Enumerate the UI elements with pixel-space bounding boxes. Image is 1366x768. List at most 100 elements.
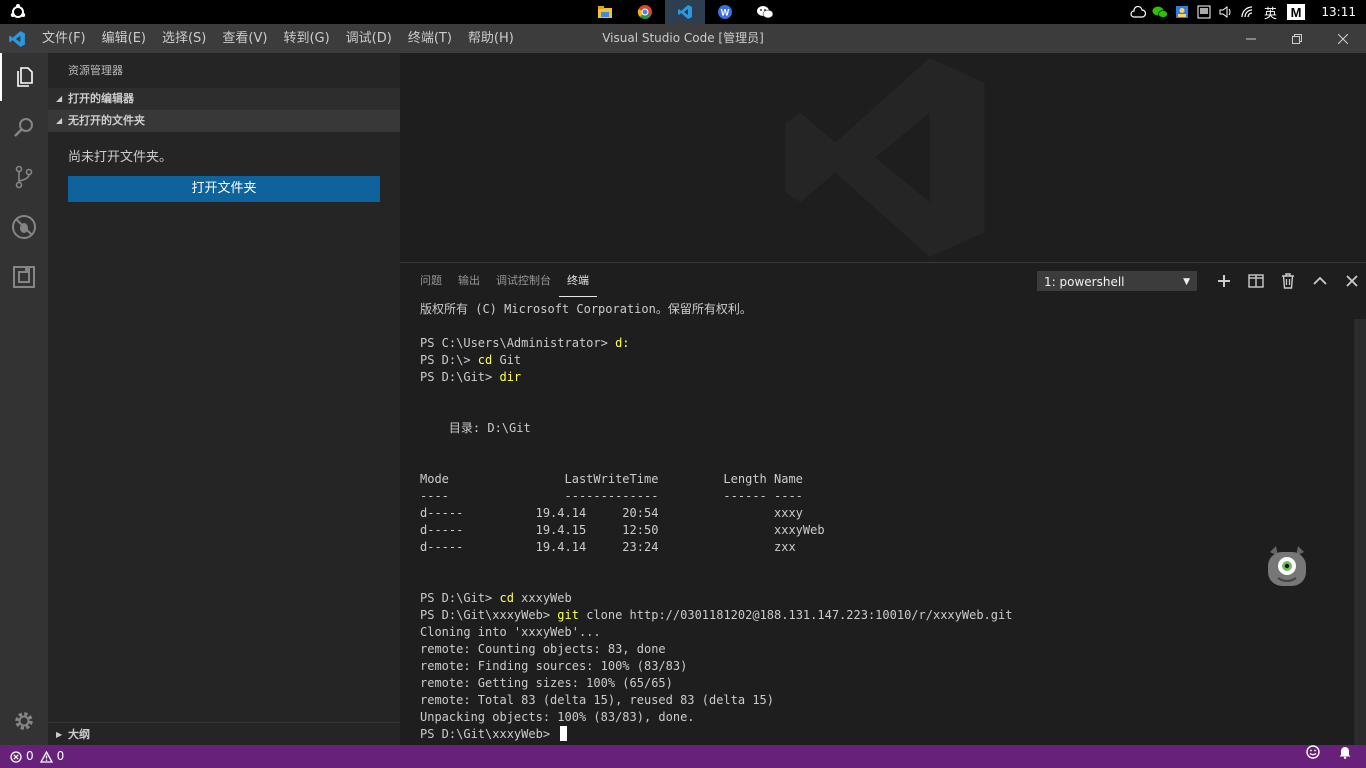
ime-language-indicator[interactable]: 英: [1259, 0, 1281, 24]
menu-bar: 文件(F) 编辑(E) 选择(S) 查看(V) 转到(G) 调试(D) 终端(T…: [34, 24, 522, 53]
svg-text:W: W: [721, 8, 730, 18]
terminal-prompt: PS D:\Git\xxxyWeb>: [420, 727, 558, 741]
section-open-editors-label: 打开的编辑器: [68, 92, 134, 105]
taskbar-clock[interactable]: 13:11: [1321, 5, 1356, 19]
terminal-command: git: [557, 608, 579, 622]
menu-view[interactable]: 查看(V): [214, 24, 275, 53]
terminal-select[interactable]: 1: powershell ▼: [1037, 271, 1197, 291]
terminal-prompt: PS D:\Git>: [420, 591, 500, 605]
sidebar-title: 资源管理器: [68, 64, 123, 77]
panel-actions: [1208, 269, 1366, 293]
terminal-text: d----- 19.4.14 20:54 xxxy: [420, 506, 803, 520]
display-tray-icon[interactable]: [1193, 0, 1215, 24]
volume-icon[interactable]: [1215, 0, 1237, 24]
vscode-logo-icon: [9, 31, 25, 47]
file-explorer-icon[interactable]: [585, 0, 625, 24]
wechat-icon[interactable]: [745, 0, 785, 24]
terminal-text: remote: Getting sizes: 100% (65/65): [420, 676, 673, 690]
caret-down-icon: ◢: [56, 116, 63, 125]
tab-problems[interactable]: 问题: [412, 263, 450, 298]
terminal-line: remote: Finding sources: 100% (83/83): [420, 658, 1350, 675]
terminal-line: 版权所有 (C) Microsoft Corporation。保留所有权利。: [420, 301, 1350, 318]
terminal-line: PS D:\> cd Git: [420, 352, 1350, 369]
debug-icon[interactable]: [0, 203, 48, 251]
terminal-prompt: PS D:\>: [420, 353, 478, 367]
terminal-line: 目录: D:\Git: [420, 420, 1350, 437]
terminal-scrollbar[interactable]: [1354, 319, 1366, 746]
feedback-smiley-icon[interactable]: [1306, 745, 1320, 759]
terminal-line: ---- ------------- ------ ----: [420, 488, 1350, 505]
close-panel-icon[interactable]: [1336, 269, 1366, 293]
menu-edit[interactable]: 编辑(E): [94, 24, 154, 53]
terminal-prompt: PS D:\Git>: [420, 370, 500, 384]
status-bar: 0 0: [0, 745, 1366, 768]
cloud-icon[interactable]: [1127, 0, 1149, 24]
terminal-text: remote: Finding sources: 100% (83/83): [420, 659, 688, 673]
menu-file[interactable]: 文件(F): [34, 24, 94, 53]
search-icon[interactable]: [0, 103, 48, 151]
terminal-line: remote: Total 83 (delta 15), reused 83 (…: [420, 692, 1350, 709]
terminal-text: ---- ------------- ------ ----: [420, 489, 803, 503]
ime-mode-icon[interactable]: M: [1285, 0, 1307, 24]
terminal-command: dir: [499, 370, 522, 384]
open-folder-button[interactable]: 打开文件夹: [68, 176, 380, 202]
wifi-icon[interactable]: [1237, 0, 1259, 24]
source-control-icon[interactable]: [0, 153, 48, 201]
terminal-line: Cloning into 'xxxyWeb'...: [420, 624, 1350, 641]
contacts-tray-icon[interactable]: [1171, 0, 1193, 24]
menu-debug[interactable]: 调试(D): [338, 24, 400, 53]
section-open-editors[interactable]: ◢ 打开的编辑器: [48, 88, 400, 110]
wps-icon[interactable]: W: [705, 0, 745, 24]
section-no-folder-label: 无打开的文件夹: [68, 114, 145, 127]
explorer-icon[interactable]: [0, 53, 48, 101]
warning-count: 0: [56, 749, 65, 763]
floating-monster-widget-icon[interactable]: [1264, 542, 1310, 588]
close-window-button[interactable]: [1320, 24, 1366, 53]
terminal-line: d----- 19.4.15 12:50 xxxyWeb: [420, 522, 1350, 539]
ubuntu-logo-icon[interactable]: [10, 4, 26, 20]
terminal-text: Mode LastWriteTime Length Name: [420, 472, 803, 486]
menu-selection[interactable]: 选择(S): [154, 24, 214, 53]
section-no-folder[interactable]: ◢ 无打开的文件夹: [48, 110, 400, 132]
extensions-icon[interactable]: [0, 253, 48, 301]
chrome-icon[interactable]: [625, 0, 665, 24]
problems-status[interactable]: 0 0: [10, 745, 64, 768]
no-folder-message: 尚未打开文件夹。: [68, 150, 173, 165]
notifications-bell-icon[interactable]: [1338, 745, 1352, 759]
tab-debug-console[interactable]: 调试控制台: [488, 263, 559, 298]
restore-button[interactable]: [1274, 24, 1320, 53]
warning-icon: [39, 750, 53, 763]
terminal-line: Unpacking objects: 100% (83/83), done.: [420, 709, 1350, 726]
vscode-icon[interactable]: [665, 0, 705, 24]
menu-help[interactable]: 帮助(H): [460, 24, 522, 53]
caret-down-icon: ◢: [56, 94, 63, 103]
explorer-sidebar: 资源管理器 ◢ 打开的编辑器 ◢ 无打开的文件夹 尚未打开文件夹。 打开文件夹 ▶ 大…: [48, 53, 400, 745]
wechat-tray-icon[interactable]: [1149, 0, 1171, 24]
section-outline[interactable]: ▶ 大纲: [48, 722, 400, 745]
menu-terminal[interactable]: 终端(T): [400, 24, 460, 53]
menu-go[interactable]: 转到(G): [275, 24, 337, 53]
terminal-text: d----- 19.4.14 23:24 zxx: [420, 540, 796, 554]
chevron-down-icon: ▼: [1183, 277, 1190, 287]
terminal-text: remote: Total 83 (delta 15), reused 83 (…: [420, 693, 775, 707]
terminal-args: Git: [492, 353, 522, 367]
minimize-button[interactable]: [1228, 24, 1274, 53]
terminal-text: Unpacking objects: 100% (83/83), done.: [420, 710, 695, 724]
terminal-output[interactable]: 版权所有 (C) Microsoft Corporation。保留所有权利。 PS…: [420, 301, 1350, 743]
terminal-text: 目录: D:\Git: [420, 421, 531, 435]
settings-gear-icon[interactable]: [0, 697, 48, 745]
new-terminal-plus-icon[interactable]: [1208, 269, 1240, 293]
tab-output[interactable]: 输出: [450, 263, 488, 298]
terminal-prompt: PS D:\Git\xxxyWeb>: [420, 608, 558, 622]
split-terminal-icon[interactable]: [1240, 269, 1272, 293]
trash-icon[interactable]: [1272, 269, 1304, 293]
terminal-prompt: PS C:\Users\Administrator>: [420, 336, 616, 350]
bottom-panel: 问题 输出 调试控制台 终端 1: powershell ▼ 版权所有 (C) M…: [400, 262, 1366, 746]
maximize-panel-chevron-up-icon[interactable]: [1304, 269, 1336, 293]
terminal-line: d----- 19.4.14 20:54 xxxy: [420, 505, 1350, 522]
tab-terminal[interactable]: 终端: [559, 263, 597, 297]
